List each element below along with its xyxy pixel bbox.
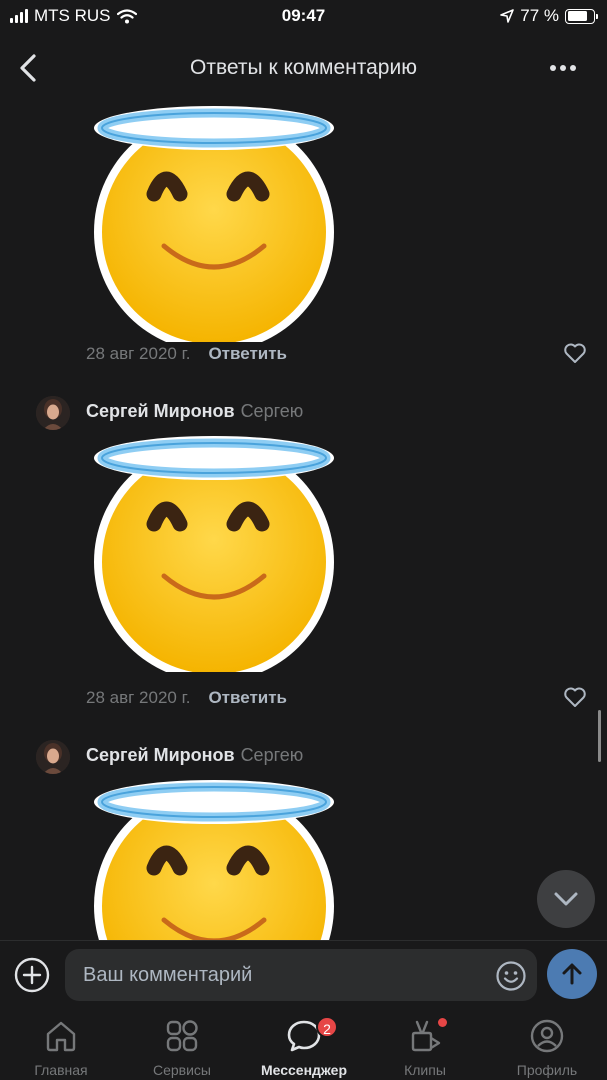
battery-icon <box>565 8 598 24</box>
tab-profile[interactable]: Профиль <box>497 1016 597 1080</box>
avatar[interactable] <box>36 740 70 774</box>
tab-services[interactable]: Сервисы <box>132 1016 232 1080</box>
author-name[interactable]: Сергей Миронов <box>86 745 235 765</box>
comment-placeholder: Ваш комментарий <box>83 964 253 986</box>
author-name[interactable]: Сергей Миронов <box>86 401 235 421</box>
comment-input[interactable]: Ваш комментарий <box>65 949 537 1001</box>
status-right: 77 % <box>500 6 598 26</box>
angel-smiley-sticker <box>92 772 336 940</box>
emoji-icon[interactable] <box>495 960 527 992</box>
tab-label: Профиль <box>516 1062 578 1078</box>
tab-label: Сервисы <box>152 1062 211 1078</box>
tab-home[interactable]: Главная <box>11 1016 111 1080</box>
comment-input-bar: Ваш комментарий <box>0 940 607 1008</box>
add-attachment-button[interactable] <box>13 956 51 994</box>
comment-date: 28 авг 2020 г. <box>86 688 191 707</box>
reply-button[interactable]: Ответить <box>208 688 287 708</box>
send-button[interactable] <box>547 949 597 999</box>
scroll-down-button[interactable] <box>537 870 595 928</box>
page-title: Ответы к комментарию <box>190 56 417 79</box>
new-clips-dot <box>438 1018 447 1027</box>
header: Ответы к комментарию <box>0 34 607 102</box>
comment-meta: 28 авг 2020 г. Ответить <box>86 344 287 364</box>
unread-badge: 2 <box>316 1016 338 1038</box>
reply-to[interactable]: Сергею <box>241 745 304 765</box>
more-dot <box>550 65 556 71</box>
battery-percent: 77 % <box>520 6 559 25</box>
tab-label: Клипы <box>404 1062 446 1078</box>
avatar[interactable] <box>36 396 70 430</box>
reply-to[interactable]: Сергею <box>241 401 304 421</box>
comment-author: Сергей Миронов Сергею <box>86 401 303 422</box>
reply-button[interactable]: Ответить <box>208 344 287 364</box>
profile-icon <box>530 1019 564 1053</box>
angel-smiley-sticker <box>92 428 336 672</box>
bottom-tab-bar: Главная Сервисы 2 Мессенджер Клипы Профи… <box>0 1008 607 1080</box>
more-dot <box>570 65 576 71</box>
more-dot <box>560 65 566 71</box>
comments-thread[interactable]: 28 авг 2020 г. Ответить Сергей Миронов Се… <box>0 102 607 940</box>
arrow-up-icon <box>562 963 582 985</box>
comment-date: 28 авг 2020 г. <box>86 344 191 363</box>
more-options-button[interactable] <box>543 52 583 84</box>
heart-icon[interactable] <box>563 686 587 708</box>
comment-meta: 28 авг 2020 г. Ответить <box>86 688 287 708</box>
scrollbar[interactable] <box>598 710 601 762</box>
tab-messenger[interactable]: 2 Мессенджер <box>254 1016 354 1080</box>
services-icon <box>166 1020 198 1052</box>
status-bar: MTS RUS 09:47 77 % <box>0 0 607 34</box>
angel-smiley-sticker <box>92 102 336 342</box>
location-arrow-icon <box>500 9 515 23</box>
home-icon <box>46 1021 76 1052</box>
tab-clips[interactable]: Клипы <box>375 1016 475 1080</box>
tab-label: Мессенджер <box>260 1062 348 1078</box>
comment-author: Сергей Миронов Сергею <box>86 745 303 766</box>
tab-label: Главная <box>34 1062 88 1078</box>
heart-icon[interactable] <box>563 342 587 364</box>
chevron-down-icon <box>554 892 578 906</box>
